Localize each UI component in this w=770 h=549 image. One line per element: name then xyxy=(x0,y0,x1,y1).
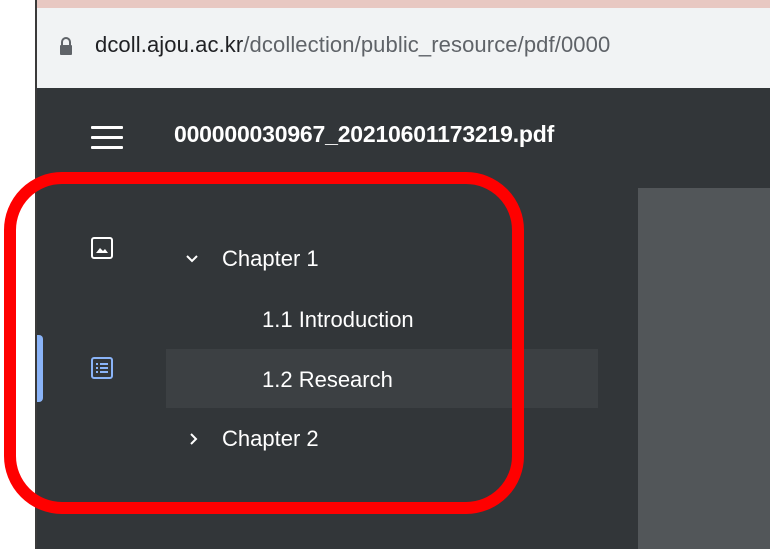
url-path: /dcollection/public_resource/pdf/0000 xyxy=(243,32,611,57)
url-host: dcoll.ajou.ac.kr xyxy=(95,32,244,57)
highlight-annotation xyxy=(4,172,524,514)
document-viewer[interactable] xyxy=(638,188,770,549)
lock-icon xyxy=(60,37,72,55)
url-text[interactable]: dcoll.ajou.ac.kr/dcollection/public_reso… xyxy=(95,32,610,58)
document-title: 000000030967_20210601173219.pdf xyxy=(174,121,555,147)
tab-strip-edge xyxy=(37,0,770,8)
menu-icon[interactable] xyxy=(91,124,123,152)
address-bar[interactable]: dcoll.ajou.ac.kr/dcollection/public_reso… xyxy=(37,8,770,88)
